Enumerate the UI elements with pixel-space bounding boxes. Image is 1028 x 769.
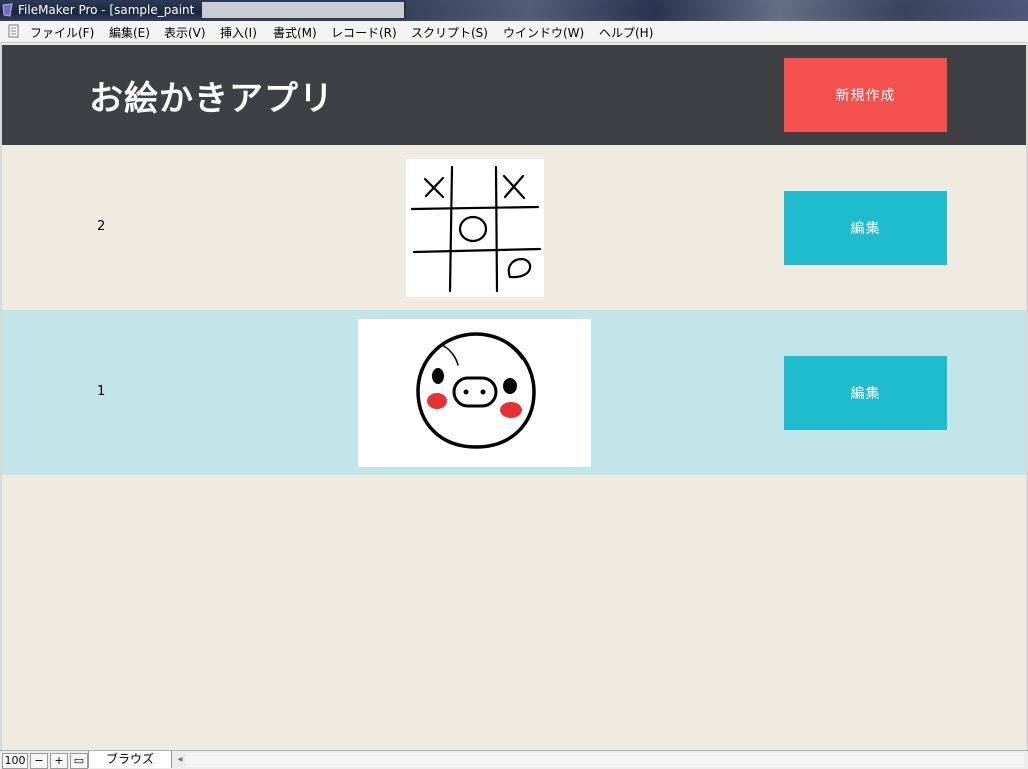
record-number: 2 (97, 219, 106, 234)
zoom-level[interactable]: 100 (2, 753, 28, 769)
menu-scripts[interactable]: スクリプト(S) (411, 24, 488, 41)
new-drawing-button[interactable]: 新規作成 (784, 58, 947, 132)
filemaker-app-icon (2, 3, 13, 17)
window-title-bar: FileMaker Pro - [sample_paint (0, 0, 1028, 21)
toggle-status-area-icon[interactable]: ▭ (70, 753, 88, 769)
list-row: 1 編集 (2, 310, 1026, 475)
menu-edit[interactable]: 編集(E) (109, 24, 150, 41)
list-row: 2 編集 (2, 145, 1026, 310)
title-bar-background (406, 0, 1028, 21)
zoom-out-icon[interactable]: − (30, 753, 48, 769)
menu-insert[interactable]: 挿入(I) (220, 24, 257, 41)
mode-indicator[interactable]: ブラウズ (88, 751, 172, 768)
edit-button[interactable]: 編集 (784, 356, 947, 430)
record-number: 1 (97, 384, 106, 399)
zoom-in-icon[interactable]: + (50, 753, 68, 769)
menu-file[interactable]: ファイル(F) (30, 24, 94, 41)
menu-format[interactable]: 書式(M) (273, 24, 317, 41)
app-header: お絵かきアプリ 新規作成 (2, 45, 1026, 145)
scroll-left-arrow-icon[interactable]: ◂ (175, 753, 185, 767)
app-title: お絵かきアプリ (89, 79, 334, 119)
status-bar: 100 − + ▭ ブラウズ ◂ (0, 750, 1028, 769)
tic-tac-toe-drawing (406, 159, 544, 297)
empty-list-area (2, 475, 1026, 750)
menu-window[interactable]: ウインドウ(W) (503, 24, 584, 41)
document-icon[interactable] (8, 24, 20, 38)
window-title: FileMaker Pro - [sample_paint (18, 3, 195, 17)
menu-help[interactable]: ヘルプ(H) (599, 24, 653, 41)
horizontal-scrollbar[interactable] (186, 753, 1024, 767)
menu-records[interactable]: レコード(R) (331, 24, 397, 41)
menu-view[interactable]: 表示(V) (164, 24, 206, 41)
menu-bar: ファイル(F) 編集(E) 表示(V) 挿入(I) 書式(M) レコード(R) … (0, 21, 1028, 43)
edit-button[interactable]: 編集 (784, 191, 947, 265)
pig-face-drawing (358, 319, 591, 467)
title-search-field (202, 2, 406, 18)
